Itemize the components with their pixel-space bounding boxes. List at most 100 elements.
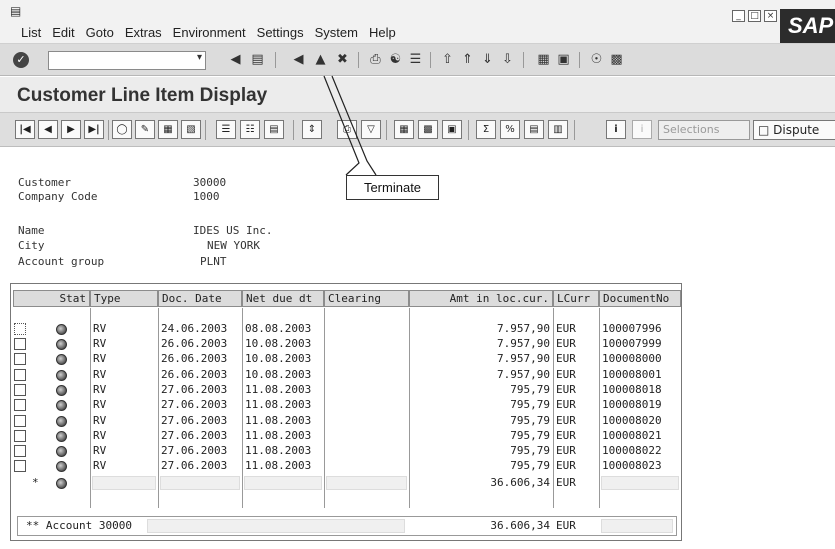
column-header-amount[interactable]: Amt in loc.cur. bbox=[409, 290, 553, 307]
row-select-checkbox[interactable] bbox=[14, 445, 26, 457]
print-icon[interactable]: ⎙ bbox=[368, 52, 383, 67]
status-lamp-icon bbox=[56, 339, 67, 350]
doc-date-cell: 26.06.2003 bbox=[161, 352, 228, 365]
table-row[interactable]: RV 27.06.2003 11.08.2003 795,79 EUR 1000… bbox=[11, 444, 681, 459]
enter-icon[interactable]: ✓ bbox=[13, 52, 29, 68]
select-all-button[interactable]: ▦ bbox=[158, 120, 178, 139]
subtotal-button[interactable]: % bbox=[500, 120, 520, 139]
net-due-cell: 11.08.2003 bbox=[245, 459, 312, 472]
currency-cell: EUR bbox=[556, 429, 576, 442]
collapse-icon[interactable]: ◀ bbox=[228, 52, 243, 67]
export-button[interactable]: ▤ bbox=[524, 120, 544, 139]
selections-button[interactable]: Selections bbox=[658, 120, 750, 140]
table-row[interactable]: RV 27.06.2003 11.08.2003 795,79 EUR 1000… bbox=[11, 429, 681, 444]
menu-icon[interactable]: ▤ bbox=[10, 4, 21, 18]
create-session-icon[interactable]: ▦ bbox=[536, 52, 551, 67]
dispute-button[interactable]: □ Dispute bbox=[753, 120, 835, 140]
exit-icon[interactable]: ▲ bbox=[313, 52, 328, 67]
display-document-button[interactable]: ◯ bbox=[112, 120, 132, 139]
command-history-icon[interactable]: ▾ bbox=[197, 52, 205, 66]
toolbar-separator bbox=[386, 120, 387, 140]
shortcut-icon[interactable]: ▣ bbox=[556, 52, 571, 67]
table-row[interactable]: RV 27.06.2003 11.08.2003 795,79 EUR 1000… bbox=[11, 383, 681, 398]
total-button[interactable]: Σ bbox=[476, 120, 496, 139]
table-row[interactable]: RV 26.06.2003 10.08.2003 7.957,90 EUR 10… bbox=[11, 352, 681, 367]
document-no-cell: 100008018 bbox=[602, 383, 662, 396]
row-select-checkbox[interactable] bbox=[14, 415, 26, 427]
sort-button[interactable]: ⇕ bbox=[302, 120, 322, 139]
table-row[interactable]: RV 27.06.2003 11.08.2003 795,79 EUR 1000… bbox=[11, 414, 681, 429]
word-processing-button[interactable]: ▥ bbox=[548, 120, 568, 139]
line-item-button[interactable]: ▤ bbox=[264, 120, 284, 139]
total-amount: 36.606,34 bbox=[490, 519, 550, 532]
select-layout-button[interactable]: ▩ bbox=[418, 120, 438, 139]
minimize-icon[interactable]: _ bbox=[732, 10, 745, 22]
next-page-icon[interactable]: ⇓ bbox=[480, 52, 495, 67]
menu-item-settings[interactable]: Settings bbox=[257, 25, 304, 40]
menu-item-environment[interactable]: Environment bbox=[173, 25, 246, 40]
print-list-button[interactable]: ⎙ bbox=[337, 120, 357, 139]
document-no-cell: 100008021 bbox=[602, 429, 662, 442]
column-header-document-no[interactable]: DocumentNo bbox=[599, 290, 681, 307]
toolbar-separator bbox=[523, 52, 524, 68]
deselect-all-button[interactable]: ▧ bbox=[181, 120, 201, 139]
maximize-icon[interactable]: □ bbox=[748, 10, 761, 22]
row-select-checkbox[interactable] bbox=[14, 399, 26, 411]
find-icon[interactable]: ☯ bbox=[388, 52, 403, 67]
table-row[interactable]: RV 24.06.2003 08.08.2003 7.957,90 EUR 10… bbox=[11, 322, 681, 337]
first-item-button[interactable]: |◀ bbox=[15, 120, 35, 139]
table-row[interactable]: RV 26.06.2003 10.08.2003 7.957,90 EUR 10… bbox=[11, 368, 681, 383]
find-next-icon[interactable]: ☰ bbox=[408, 52, 423, 67]
column-header-doc-date[interactable]: Doc. Date bbox=[158, 290, 242, 307]
table-row[interactable]: RV 27.06.2003 11.08.2003 795,79 EUR 1000… bbox=[11, 398, 681, 413]
menu-item-extras[interactable]: Extras bbox=[125, 25, 162, 40]
close-icon[interactable]: × bbox=[764, 10, 777, 22]
row-select-checkbox[interactable] bbox=[14, 460, 26, 472]
first-page-icon[interactable]: ⇧ bbox=[440, 52, 455, 67]
column-header-net-due[interactable]: Net due dt bbox=[242, 290, 324, 307]
row-select-checkbox[interactable] bbox=[14, 353, 26, 365]
title-bar: Customer Line Item Display bbox=[0, 77, 835, 113]
info-button[interactable]: i bbox=[606, 120, 626, 139]
menu-item-goto[interactable]: Goto bbox=[86, 25, 114, 40]
table-row[interactable]: RV 27.06.2003 11.08.2003 795,79 EUR 1000… bbox=[11, 459, 681, 474]
document-no-cell: 100008020 bbox=[602, 414, 662, 427]
layout-menu-icon[interactable]: ▩ bbox=[609, 52, 624, 67]
next-item-button[interactable]: ▶ bbox=[61, 120, 81, 139]
change-document-button[interactable]: ✎ bbox=[135, 120, 155, 139]
change-layout-button[interactable]: ▦ bbox=[394, 120, 414, 139]
document-no-cell: 100008023 bbox=[602, 459, 662, 472]
menu-item-list[interactable]: List bbox=[21, 25, 41, 40]
previous-item-button[interactable]: ◀ bbox=[38, 120, 58, 139]
net-due-cell: 11.08.2003 bbox=[245, 429, 312, 442]
filter-button[interactable]: ▽ bbox=[361, 120, 381, 139]
row-select-checkbox[interactable] bbox=[14, 369, 26, 381]
account-group-label: Account group bbox=[18, 255, 105, 268]
document-header-button[interactable]: ☷ bbox=[240, 120, 260, 139]
details-button[interactable]: ☰ bbox=[216, 120, 236, 139]
command-field[interactable] bbox=[48, 51, 206, 70]
help-icon[interactable]: ☉ bbox=[589, 52, 604, 67]
window-controls: _ □ × bbox=[732, 10, 777, 22]
last-page-icon[interactable]: ⇩ bbox=[500, 52, 515, 67]
menu-item-help[interactable]: Help bbox=[369, 25, 396, 40]
save-icon[interactable]: ▤ bbox=[250, 52, 265, 67]
account-group-value: PLNT bbox=[200, 255, 227, 268]
last-item-button[interactable]: ▶| bbox=[84, 120, 104, 139]
save-layout-button[interactable]: ▣ bbox=[442, 120, 462, 139]
column-header-stat[interactable]: Stat bbox=[13, 290, 90, 307]
table-row[interactable]: RV 26.06.2003 10.08.2003 7.957,90 EUR 10… bbox=[11, 337, 681, 352]
menu-item-edit[interactable]: Edit bbox=[52, 25, 74, 40]
row-select-checkbox[interactable] bbox=[14, 430, 26, 442]
cancel-icon[interactable]: ✖ bbox=[335, 52, 350, 67]
previous-page-icon[interactable]: ⇑ bbox=[460, 52, 475, 67]
back-icon[interactable]: ◀ bbox=[291, 52, 306, 67]
row-select-checkbox[interactable] bbox=[14, 323, 26, 335]
menu-item-system[interactable]: System bbox=[315, 25, 358, 40]
row-select-checkbox[interactable] bbox=[14, 338, 26, 350]
column-header-type[interactable]: Type bbox=[90, 290, 158, 307]
column-header-lcurr[interactable]: LCurr bbox=[553, 290, 599, 307]
column-header-clearing[interactable]: Clearing bbox=[324, 290, 409, 307]
name-label: Name bbox=[18, 224, 45, 237]
row-select-checkbox[interactable] bbox=[14, 384, 26, 396]
